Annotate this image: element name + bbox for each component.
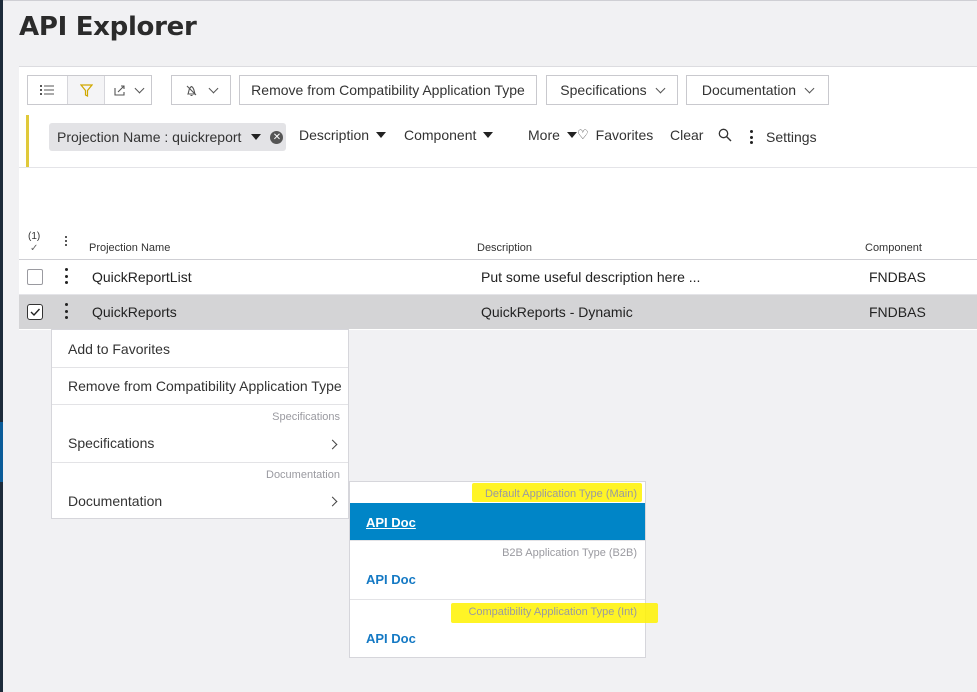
cell-description: QuickReports - Dynamic [481, 304, 633, 320]
column-header-projection[interactable]: Projection Name [89, 242, 170, 254]
page-title: API Explorer [19, 12, 197, 42]
api-doc-link[interactable]: API Doc [366, 515, 416, 530]
remove-compat-button[interactable]: Remove from Compatibility Application Ty… [239, 75, 537, 105]
cell-component: FNDBAS [869, 269, 926, 285]
submenu-item-b2b-api-doc[interactable]: API Doc [350, 561, 645, 599]
table-row[interactable]: QuickReportList Put some useful descript… [19, 260, 977, 295]
check-all-icon[interactable]: ✓ [30, 243, 38, 254]
filter-component[interactable]: Component [404, 127, 494, 143]
view-toolbar-group [27, 75, 152, 105]
caret-down-icon [483, 132, 494, 138]
clear-label: Clear [670, 127, 704, 143]
chevron-down-icon [804, 83, 815, 93]
nav-active-marker [0, 422, 3, 482]
remove-filter-icon[interactable]: ✕ [270, 130, 284, 144]
menu-group-label: Documentation [266, 469, 340, 481]
filter-bar: Projection Name : quickreport ✕ Descript… [26, 115, 977, 167]
favorites-button[interactable]: ♡ Favorites [577, 127, 653, 143]
favorites-label: Favorites [595, 127, 654, 143]
left-nav-strip [0, 0, 3, 692]
menu-group-label: Specifications [272, 411, 340, 423]
caret-down-icon[interactable] [251, 134, 262, 140]
menu-item-add-favorites[interactable]: Add to Favorites [52, 330, 348, 368]
menu-item-label: Documentation [68, 493, 163, 509]
row-context-menu: Add to Favorites Remove from Compatibili… [51, 329, 349, 519]
chevron-right-icon [327, 439, 338, 450]
submenu-group-title: B2B Application Type (B2B) [502, 547, 637, 559]
caret-down-icon [566, 132, 577, 138]
header-kebab-icon[interactable] [65, 236, 68, 246]
column-header-description[interactable]: Description [477, 242, 532, 254]
api-doc-link[interactable]: API Doc [366, 631, 416, 646]
chevron-down-icon [655, 83, 666, 93]
settings-button[interactable]: Settings [750, 129, 817, 145]
clear-button[interactable]: Clear [670, 127, 703, 143]
search-button[interactable] [718, 128, 732, 142]
documentation-dropdown[interactable]: Documentation [686, 75, 829, 105]
submenu-item-main-api-doc[interactable]: API Doc [350, 503, 645, 540]
menu-item-remove-compat[interactable]: Remove from Compatibility Application Ty… [52, 367, 348, 405]
list-icon [40, 85, 55, 95]
cell-component: FNDBAS [869, 304, 926, 320]
heart-icon: ♡ [577, 127, 589, 142]
export-dropdown-button[interactable] [105, 76, 151, 104]
cell-projection-name: QuickReportList [92, 269, 192, 285]
row-kebab-icon[interactable] [65, 303, 69, 319]
export-icon [114, 84, 125, 96]
remove-compat-label: Remove from Compatibility Application Ty… [251, 82, 525, 98]
row-checkbox[interactable] [27, 269, 43, 285]
chevron-down-icon [208, 83, 219, 93]
api-doc-link[interactable]: API Doc [366, 572, 416, 587]
notify-dropdown-button[interactable] [171, 75, 231, 105]
filter-chip-label: Projection Name : quickreport [57, 129, 242, 145]
chevron-down-icon [134, 83, 145, 93]
filter-description[interactable]: Description [299, 127, 387, 143]
documentation-submenu: Default Application Type (Main) API Doc … [349, 481, 658, 658]
column-header-component[interactable]: Component [865, 242, 922, 254]
specifications-label: Specifications [560, 82, 647, 98]
cell-projection-name: QuickReports [92, 304, 177, 320]
filter-more-label: More [528, 127, 560, 143]
cell-description: Put some useful description here ... [481, 269, 701, 285]
settings-label: Settings [766, 129, 817, 145]
menu-item-label: Remove from Compatibility Application Ty… [68, 378, 342, 394]
selected-count: (1) [28, 231, 41, 242]
documentation-label: Documentation [701, 82, 797, 98]
submenu-group-title: Compatibility Application Type (Int) [468, 606, 637, 618]
table-row-selected[interactable]: QuickReports QuickReports - Dynamic FNDB… [19, 295, 977, 329]
row-kebab-icon[interactable] [65, 268, 69, 284]
checkmark-icon [30, 308, 41, 317]
menu-item-label: Add to Favorites [68, 341, 170, 357]
kebab-icon [750, 130, 753, 144]
filter-description-label: Description [299, 127, 370, 143]
filter-component-label: Component [404, 127, 477, 143]
bell-off-icon [186, 85, 197, 96]
list-view-button[interactable] [28, 76, 67, 104]
filter-chip-projection[interactable]: Projection Name : quickreport ✕ [49, 123, 286, 151]
specifications-dropdown[interactable]: Specifications [546, 75, 678, 105]
filter-icon [79, 83, 93, 97]
submenu-item-int-api-doc[interactable]: API Doc [350, 620, 645, 657]
caret-down-icon [376, 132, 387, 138]
search-icon [718, 128, 732, 142]
submenu-group-title: Default Application Type (Main) [484, 488, 637, 500]
top-divider [3, 0, 977, 1]
main-panel: Remove from Compatibility Application Ty… [19, 66, 977, 330]
row-checkbox-checked[interactable] [27, 304, 43, 320]
menu-item-documentation[interactable]: Documentation Documentation [52, 462, 348, 518]
chevron-right-icon [327, 496, 338, 507]
filter-more[interactable]: More [528, 127, 577, 143]
filter-toggle-button[interactable] [67, 76, 105, 104]
menu-item-label: Specifications [68, 435, 155, 451]
menu-item-specifications[interactable]: Specifications Specifications [52, 404, 348, 463]
